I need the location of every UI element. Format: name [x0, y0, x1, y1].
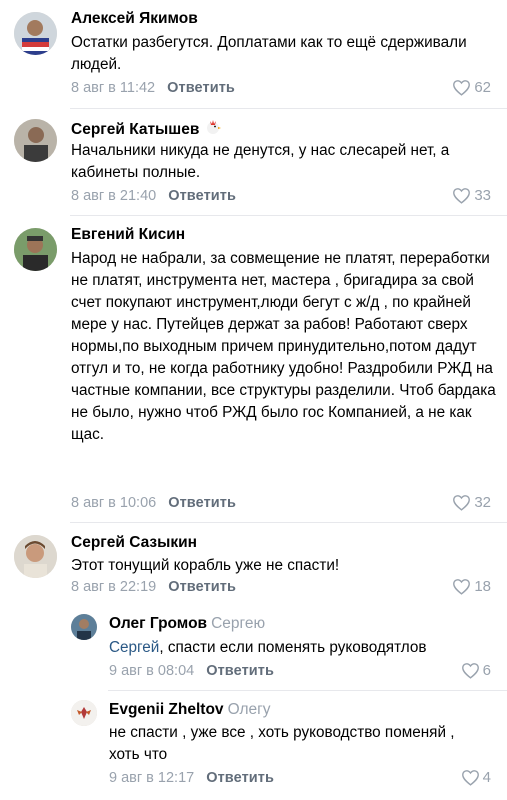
author-name[interactable]: Сергей Сазыкин — [71, 534, 197, 552]
author-name[interactable]: Сергей Катышев — [71, 117, 223, 139]
avatar[interactable] — [14, 119, 57, 162]
avatar[interactable] — [14, 12, 57, 55]
comment-date: 9 авг в 12:17 — [109, 770, 195, 786]
reply-to[interactable]: Олегу — [228, 701, 271, 718]
heart-outline-icon — [453, 495, 471, 511]
heart-outline-icon — [461, 663, 479, 679]
comment-text: Начальники никуда не денутся, у нас слес… — [71, 142, 450, 181]
comment-meta: 8 авг в 22:19 Ответить — [71, 579, 236, 595]
comment-meta: 8 авг в 10:06 Ответить — [71, 495, 236, 511]
divider — [70, 522, 507, 523]
like-count: 4 — [482, 769, 491, 786]
avatar[interactable] — [14, 535, 57, 578]
reply-button[interactable]: Ответить — [168, 495, 236, 511]
author-name[interactable]: Алексей Якимов — [71, 10, 198, 28]
avatar[interactable] — [14, 228, 57, 271]
like-count: 32 — [474, 494, 491, 511]
reply-to[interactable]: Сергею — [211, 615, 265, 632]
comment-text: не спасти , уже все , хоть руководство п… — [109, 724, 455, 763]
author-name-text: Олег Громов — [109, 615, 208, 632]
comment-text: Этот тонущий корабль уже не спасти! — [71, 557, 340, 574]
comment-date: 8 авг в 22:19 — [71, 579, 157, 595]
heart-outline-icon — [453, 80, 471, 96]
comment-date: 9 авг в 08:04 — [109, 663, 195, 679]
reply-button[interactable]: Ответить — [206, 663, 274, 679]
like-button[interactable]: 62 — [452, 79, 491, 96]
mention-link[interactable]: Сергей — [109, 639, 159, 656]
like-button[interactable]: 32 — [452, 494, 491, 511]
rooster-emoji-icon — [207, 120, 222, 134]
divider — [108, 690, 507, 691]
divider — [70, 215, 507, 216]
comment-meta: 9 авг в 08:04 Ответить — [109, 663, 274, 679]
heart-outline-icon — [453, 188, 471, 204]
like-button[interactable]: 4 — [461, 769, 491, 786]
reply-button[interactable]: Ответить — [168, 188, 236, 204]
author-name[interactable]: Олег Громов Сергею — [109, 615, 265, 633]
comment-text: Народ не набрали, за совмещение не платя… — [71, 250, 496, 443]
author-name[interactable]: Evgenii Zheltov Олегу — [109, 701, 271, 719]
like-count: 18 — [474, 578, 491, 595]
reply-button[interactable]: Ответить — [206, 770, 274, 786]
avatar[interactable] — [71, 700, 97, 726]
comment-text: Сергей, спасти если поменять руководятло… — [109, 637, 494, 659]
comment-date: 8 авг в 21:40 — [71, 188, 157, 204]
author-name-text: Evgenii Zheltov — [109, 701, 224, 718]
like-button[interactable]: 6 — [461, 662, 491, 679]
like-button[interactable]: 33 — [452, 187, 491, 204]
divider — [70, 108, 507, 109]
like-button[interactable]: 18 — [452, 578, 491, 595]
author-name[interactable]: Евгений Кисин — [71, 226, 185, 244]
like-count: 6 — [482, 662, 491, 679]
comment-date: 8 авг в 10:06 — [71, 495, 157, 511]
reply-button[interactable]: Ответить — [167, 80, 235, 96]
heart-outline-icon — [453, 579, 471, 595]
like-count: 33 — [474, 187, 491, 204]
like-count: 62 — [474, 79, 491, 96]
comment-text: Остатки разбегутся. Доплатами как то ещё… — [71, 34, 467, 73]
avatar[interactable] — [71, 614, 97, 640]
heart-outline-icon — [461, 770, 479, 786]
comment-meta: 8 авг в 21:40 Ответить — [71, 188, 236, 204]
comment-meta: 9 авг в 12:17 Ответить — [109, 770, 274, 786]
comment-meta: 8 авг в 11:42 Ответить — [71, 80, 235, 96]
reply-button[interactable]: Ответить — [168, 579, 236, 595]
comment-date: 8 авг в 11:42 — [71, 80, 156, 96]
author-name-text: Сергей Катышев — [71, 121, 200, 138]
reply-text: , спасти если поменять руководятлов — [159, 639, 427, 656]
